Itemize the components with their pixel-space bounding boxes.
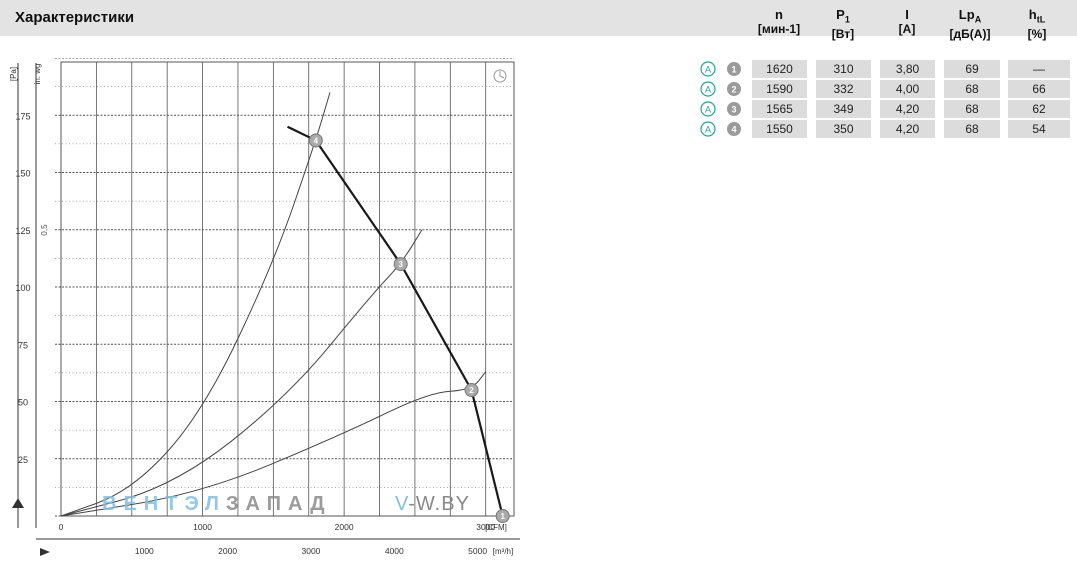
- table-cell: 69: [944, 60, 1000, 78]
- table-cell: 350: [816, 120, 871, 138]
- column-header-1: P1 [Вт]: [815, 8, 871, 41]
- row-number-icon: 1: [727, 62, 741, 76]
- watermark-site: V-W.BY: [395, 493, 470, 515]
- operating-point-label: 1: [500, 512, 505, 521]
- table-cell: 68: [944, 100, 1000, 118]
- y-secondary-tick-label: 0,5: [40, 224, 49, 236]
- row-marker-a-icon: A: [700, 81, 716, 97]
- x-axis-unit: [CFM]: [485, 523, 507, 532]
- plot-border: [60, 61, 515, 517]
- table-cell: 1550: [752, 120, 807, 138]
- row-marker-letter: A: [705, 125, 711, 135]
- column-symbol: htL: [1028, 7, 1046, 25]
- operating-point-label: 2: [469, 386, 474, 395]
- row-number: 3: [731, 105, 736, 115]
- y-axis-unit: [Pa]: [9, 67, 18, 81]
- column-symbol: P1: [836, 7, 850, 25]
- x-secondary-tick-label: 2000: [218, 546, 237, 556]
- x-tick-label: 1000: [193, 522, 212, 532]
- row-number-icon: 4: [727, 122, 741, 136]
- x-tick-label: 2000: [335, 522, 354, 532]
- table-cell: 68: [944, 80, 1000, 98]
- rotation-arrow-icon: [499, 71, 505, 79]
- operating-point: 4: [308, 133, 323, 148]
- row-number: 4: [731, 125, 736, 135]
- table-cell: 1565: [752, 100, 807, 118]
- y-tick-label: 150: [15, 169, 30, 179]
- y-tick-label: 25: [18, 455, 28, 465]
- operating-point: 1: [495, 509, 510, 523]
- table-cell: —: [1008, 60, 1070, 78]
- table-cell: 3,80: [880, 60, 935, 78]
- axis-arrow-icon: [12, 498, 24, 508]
- y-tick-label: 50: [18, 398, 28, 408]
- row-marker-a-icon: A: [700, 61, 716, 77]
- row-marker-letter: A: [705, 65, 711, 75]
- column-subscript: tL: [1036, 14, 1046, 25]
- y-axis-unit-secondary: in. wg: [33, 64, 42, 85]
- column-subscript: A: [974, 14, 982, 25]
- row-number: 1: [731, 65, 736, 75]
- table-cell: 4,20: [880, 100, 935, 118]
- table-cell: 349: [816, 100, 871, 118]
- operating-point-label: 3: [399, 260, 404, 269]
- table-cell: 4,20: [880, 120, 935, 138]
- x-secondary-tick-label: 3000: [302, 546, 321, 556]
- x-secondary-tick-label: 1000: [135, 546, 154, 556]
- operating-point: 3: [393, 257, 408, 272]
- watermark-brand: ВЕНТЭЛЗАПАД: [102, 493, 332, 515]
- row-marker-a-icon: A: [700, 101, 716, 117]
- operating-point-label: 4: [314, 136, 319, 145]
- row-marker-a-icon: A: [700, 121, 716, 137]
- column-symbol: I: [905, 7, 909, 22]
- system-curve: [60, 92, 331, 517]
- column-header-3: LpA [дБ(A)]: [937, 8, 1003, 41]
- table-cell: 62: [1008, 100, 1070, 118]
- column-symbol: n: [775, 7, 783, 22]
- column-unit: [мин-1]: [757, 22, 801, 36]
- table-cell: 310: [816, 60, 871, 78]
- column-symbol: LpA: [958, 7, 982, 25]
- table-cell: 4,00: [880, 80, 935, 98]
- y-tick-label: 175: [15, 111, 30, 121]
- section-title: Характеристики: [15, 9, 135, 26]
- x-secondary-tick-label: 4000: [385, 546, 404, 556]
- table-cell: 68: [944, 120, 1000, 138]
- y-tick-label: 75: [18, 340, 28, 350]
- row-number: 2: [731, 85, 736, 95]
- row-number-icon: 2: [727, 82, 741, 96]
- column-header-0: n [мин-1]: [749, 7, 809, 37]
- column-header-2: I [A]: [885, 7, 929, 37]
- x-secondary-tick-label: 5000: [468, 546, 487, 556]
- table-cell: 66: [1008, 80, 1070, 98]
- row-marker-letter: A: [705, 85, 711, 95]
- column-unit: [дБ(A)]: [949, 26, 991, 41]
- table-cell: 1590: [752, 80, 807, 98]
- x-tick-label: 0: [59, 522, 64, 532]
- table-cell: 1620: [752, 60, 807, 78]
- row-number-icon: 3: [727, 102, 741, 116]
- column-unit: [Вт]: [831, 26, 855, 41]
- operating-point: 2: [464, 383, 479, 398]
- axis-arrow-icon: [40, 548, 50, 556]
- column-subscript: 1: [844, 14, 850, 25]
- fan-curve-line: [287, 125, 504, 517]
- column-unit: [A]: [898, 22, 916, 36]
- table-cell: 54: [1008, 120, 1070, 138]
- column-unit: [%]: [1027, 26, 1047, 41]
- y-tick-label: 100: [15, 283, 30, 293]
- row-marker-letter: A: [705, 105, 711, 115]
- column-header-4: htL [%]: [1017, 8, 1057, 41]
- table-cell: 332: [816, 80, 871, 98]
- y-tick-label: 125: [15, 226, 30, 236]
- x-secondary-unit: [m³/h]: [493, 547, 513, 556]
